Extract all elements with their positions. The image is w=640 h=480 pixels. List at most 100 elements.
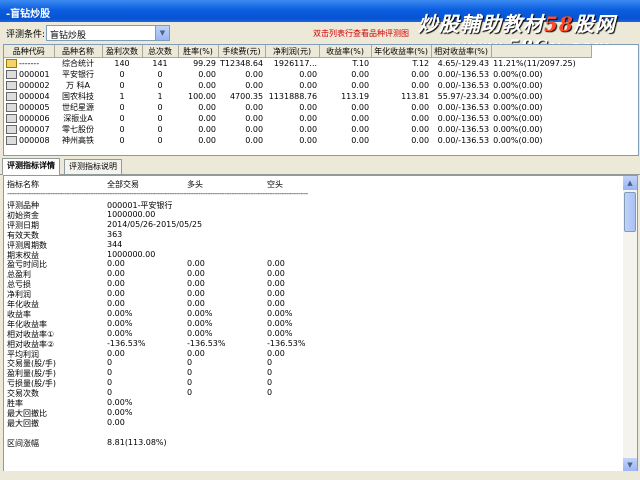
table-cell: 0: [119, 136, 125, 145]
metric-value: 0.00: [267, 348, 285, 358]
table-cell: 0.00: [198, 70, 216, 79]
scroll-up-icon[interactable]: ▲: [623, 176, 637, 190]
metric-value: 0: [187, 358, 193, 368]
table-cell: 0.00: [411, 70, 430, 79]
column-header[interactable]: 年化收益率(%): [371, 45, 432, 58]
table-cell: 0: [157, 70, 163, 79]
table-cell: 0.00: [299, 81, 318, 90]
row-icon: [6, 136, 17, 145]
table-cell: 0: [119, 114, 125, 123]
tab-metric-details[interactable]: 评测指标详情: [2, 158, 60, 175]
detail-tabs: 评测指标详情 评测指标说明: [0, 157, 640, 175]
table-cell: 0.00: [198, 81, 216, 90]
table-cell: 0.00: [245, 114, 264, 123]
table-cell: 0.00/-136.53: [437, 81, 490, 90]
table-cell: 0: [119, 125, 125, 134]
row-icon: [6, 59, 17, 68]
table-row[interactable]: 000008 神州高铁 0 0 0.00 0.00 0.00 0.00 0.00 0.00/-13…: [4, 135, 591, 146]
table-cell: 平安银行: [62, 70, 94, 79]
metric-name: 最大回撤: [7, 418, 39, 428]
metric-value: 0: [107, 358, 113, 368]
chevron-down-icon[interactable]: ▼: [155, 26, 169, 40]
table-cell: 1: [157, 92, 163, 101]
metric-value: 0.00: [107, 348, 125, 358]
row-code: 000001: [19, 70, 50, 79]
table-cell: 0: [157, 125, 163, 134]
metric-value: 0.00%: [267, 328, 293, 338]
metric-value: 0.00%: [267, 318, 293, 328]
table-cell: 0.00/-136.53: [437, 125, 490, 134]
table-row[interactable]: 000004 国农科技 1 1 100.00 4700.35 1131888.76 113.1…: [4, 91, 591, 102]
table-cell: 0: [119, 103, 125, 112]
table-cell: 0.00/-136.53: [437, 103, 490, 112]
table-row[interactable]: 000007 零七股份 0 0 0.00 0.00 0.00 0.00 0.00 0.00/-13…: [4, 124, 591, 135]
row-icon: [6, 125, 17, 134]
row-code: 000007: [19, 125, 50, 134]
metric-value: 8.81(113.08%): [107, 437, 167, 447]
table-cell: 0.00: [245, 81, 264, 90]
scroll-down-icon[interactable]: ▼: [623, 458, 637, 472]
column-header[interactable]: 手续费(元): [218, 45, 266, 58]
table-cell: 零七股份: [62, 125, 94, 134]
table-cell: 0.00: [411, 136, 430, 145]
table-cell: 0.00%(0.00): [493, 92, 543, 101]
metric-value: 0.00: [267, 279, 285, 289]
column-header[interactable]: 胜率(%): [178, 45, 219, 58]
scroll-thumb[interactable]: [624, 192, 636, 232]
table-cell: 0: [119, 70, 125, 79]
table-cell: 0.00: [411, 103, 430, 112]
column-header[interactable]: 盈利次数: [102, 45, 143, 58]
filter-select-value: 盲钻炒股: [50, 31, 87, 41]
table-row[interactable]: 000006 深振业A 0 0 0.00 0.00 0.00 0.00 0.00 0.00/-13…: [4, 113, 591, 124]
table-cell: 1131888.76: [268, 92, 318, 101]
metric-value: 0.00: [187, 289, 205, 299]
table-cell: 0.00%(0.00): [493, 70, 543, 79]
table-cell: 0.00%(0.00): [493, 103, 543, 112]
column-header[interactable]: 相对收益率(%): [431, 45, 492, 58]
metric-value: 344: [107, 239, 123, 249]
row-code: 000005: [19, 103, 50, 112]
filter-label: 评测条件:: [6, 30, 46, 40]
metric-value: 0.00: [107, 279, 125, 289]
table-cell: 141: [152, 59, 168, 68]
row-code-cell: 000006: [4, 113, 54, 124]
filter-hint: 双击列表行查看品种评测图: [313, 29, 409, 38]
filter-select[interactable]: 盲钻炒股 ▼: [46, 25, 170, 41]
horizontal-scrollbar[interactable]: [0, 471, 640, 480]
metric-value: 1000000.00: [107, 249, 156, 259]
column-header[interactable]: 品种名称: [54, 45, 103, 58]
metric-value: 0.00: [107, 259, 125, 269]
table-cell: 0.00: [351, 81, 370, 90]
results-table[interactable]: 品种代码 品种名称 盈利次数 总次数 胜率(%) 手续费(元) 净利润(元) 收益率(%) 年化…: [3, 44, 639, 156]
table-cell: 0.00%(0.00): [493, 125, 543, 134]
column-header[interactable]: 净利润(元): [265, 45, 320, 58]
detail-scrollbar[interactable]: ▲ ▼: [623, 175, 638, 473]
table-cell: 0: [157, 136, 163, 145]
table-row[interactable]: 000001 平安银行 0 0 0.00 0.00 0.00 0.00 0.00 0.00/-13…: [4, 69, 591, 80]
column-header[interactable]: 收益率(%): [319, 45, 372, 58]
row-code: -------: [19, 59, 40, 68]
table-row[interactable]: ------- 综合统计 140 141 99.29 T12348.64 1926117..…: [4, 58, 591, 70]
metric-value: 0.00%: [267, 308, 293, 318]
metric-value: 0: [107, 388, 113, 398]
row-code-cell: 000004: [4, 91, 54, 102]
table-row[interactable]: 000005 世纪星源 0 0 0.00 0.00 0.00 0.00 0.00 0.00/-13…: [4, 102, 591, 113]
column-header[interactable]: 总次数: [142, 45, 179, 58]
table-cell: 0.00: [198, 136, 216, 145]
table-cell: 0.00: [245, 125, 264, 134]
column-header[interactable]: 品种代码: [4, 45, 55, 58]
table-cell: 4.65/-129.43: [437, 59, 490, 68]
tab-metric-explanation[interactable]: 评测指标说明: [64, 159, 122, 174]
table-cell: 0.00%(0.00): [493, 136, 543, 145]
metric-value: 0.00%: [187, 308, 213, 318]
table-cell: T.12: [412, 59, 430, 68]
table-cell: 0: [157, 103, 163, 112]
metric-value: 0.00: [187, 279, 205, 289]
metric-value: 0.00: [187, 269, 205, 279]
table-cell: T12348.64: [220, 59, 264, 68]
row-icon: [6, 103, 17, 112]
table-cell: 0.00: [198, 114, 216, 123]
table-cell: 113.19: [341, 92, 370, 101]
table-row[interactable]: 000002 万 科A 0 0 0.00 0.00 0.00 0.00 0.00 0.00/-13…: [4, 80, 591, 91]
table-cell: 0.00/-136.53: [437, 136, 490, 145]
